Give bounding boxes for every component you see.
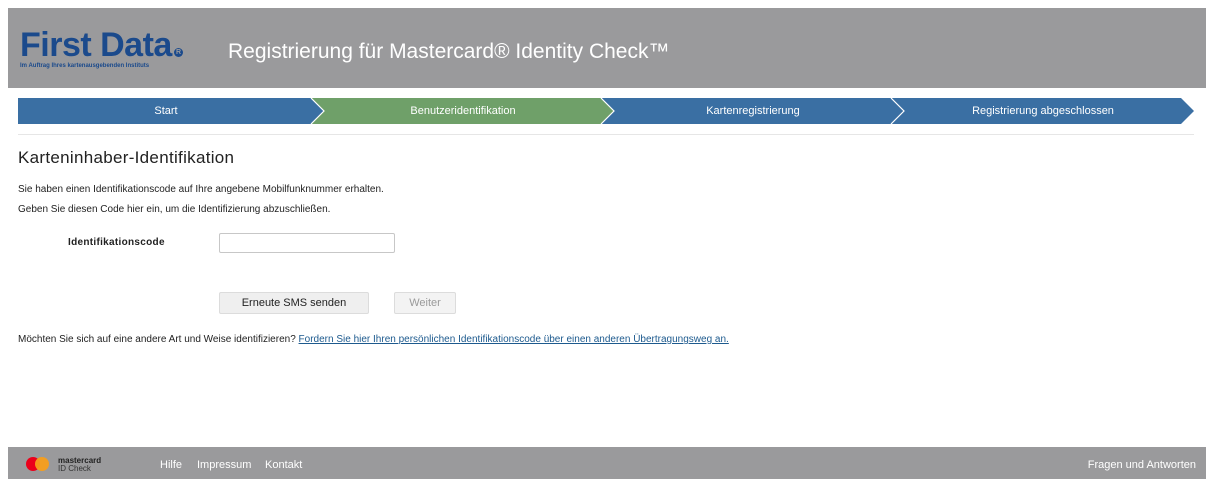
step-benutzeridentifikation: Benutzeridentifikation [410, 105, 516, 117]
first-data-logo: First Data R Im Auftrag Ihres kartenausge… [20, 28, 210, 69]
footer: mastercard ID Check Hilfe Impressum Kont… [8, 447, 1206, 479]
page: First Data R Im Auftrag Ihres kartenausge… [0, 0, 1212, 479]
divider [18, 134, 1194, 135]
footer-link-impressum[interactable]: Impressum [197, 459, 251, 471]
registered-mark-icon: R [173, 48, 183, 57]
mastercard-yellow-circle [35, 457, 49, 471]
identification-code-input[interactable] [219, 233, 395, 253]
info-text-enter-code: Geben Sie diesen Code hier ein, um die I… [18, 204, 331, 215]
brand-name: First Data [20, 26, 172, 64]
brand-tagline: Im Auftrag Ihres kartenausgebenden Insti… [20, 63, 150, 69]
alternative-channel-link[interactable]: Fordern Sie hier Ihren persönlichen Iden… [299, 334, 729, 345]
resend-sms-button[interactable]: Erneute SMS senden [219, 292, 369, 314]
header: First Data R Im Auftrag Ihres kartenausge… [8, 8, 1206, 88]
mastercard-id-check-logo: mastercard ID Check [58, 457, 101, 473]
id-check-wordmark: ID Check [58, 464, 91, 473]
alternative-identification-line: Möchten Sie sich auf eine andere Art und… [18, 334, 729, 345]
progress-steps: Start Benutzeridentifikation Kartenregis… [18, 98, 1194, 124]
step-registrierung-abgeschlossen: Registrierung abgeschlossen [972, 105, 1114, 117]
footer-link-hilfe[interactable]: Hilfe [160, 459, 182, 471]
page-title: Karteninhaber-Identifikation [18, 148, 235, 167]
page-header-title: Registrierung für Mastercard® Identity C… [228, 40, 670, 63]
alternative-question: Möchten Sie sich auf eine andere Art und… [18, 334, 296, 345]
footer-link-kontakt[interactable]: Kontakt [265, 459, 302, 471]
info-text-code-sent: Sie haben einen Identifikationscode auf … [18, 184, 384, 195]
identification-code-label: Identifikationscode [68, 237, 165, 248]
step-kartenregistrierung: Kartenregistrierung [706, 105, 800, 117]
step-start: Start [154, 105, 178, 117]
next-button[interactable]: Weiter [394, 292, 456, 314]
footer-link-faq[interactable]: Fragen und Antworten [1088, 459, 1196, 471]
mastercard-logo-icon [26, 457, 60, 471]
